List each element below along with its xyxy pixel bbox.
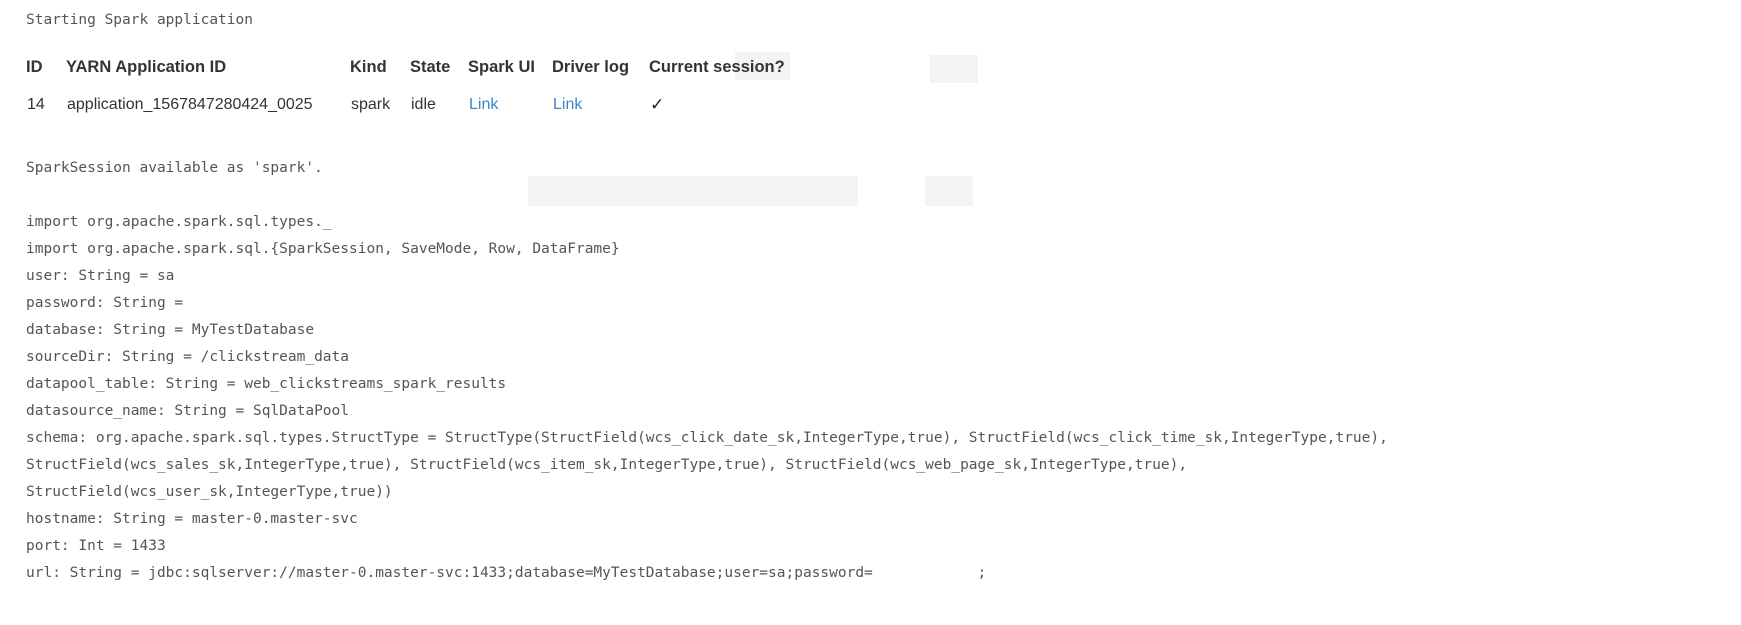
console-line: import org.apache.spark.sql.types._	[26, 214, 332, 230]
table-header-row: ID YARN Application ID Kind State Spark …	[26, 50, 811, 84]
console-line: SparkSession available as 'spark'.	[26, 160, 323, 176]
driver-log-link[interactable]: Link	[553, 96, 582, 113]
column-header-id: ID	[26, 57, 43, 76]
console-line: sourceDir: String = /clickstream_data	[26, 349, 350, 365]
spark-ui-link[interactable]: Link	[469, 96, 498, 113]
column-header-state: State	[410, 57, 451, 76]
console-line: password: String =	[26, 295, 192, 311]
cell-state: idle	[411, 96, 436, 113]
spark-session-output-page: Starting Spark application ID YARN Appli…	[0, 0, 1741, 625]
console-output-block: SparkSession available as 'spark'. import…	[26, 155, 1388, 587]
starting-spark-application-message: Starting Spark application	[26, 12, 253, 28]
console-line: StructField(wcs_user_sk,IntegerType,true…	[26, 484, 393, 500]
cell-current-session: ✓	[649, 84, 811, 126]
console-line: hostname: String = master-0.master-svc	[26, 511, 358, 527]
cell-yarn-application-id: application_1567847280424_0025	[67, 96, 313, 113]
console-line: port: Int = 1433	[26, 538, 166, 554]
cell-kind: spark	[351, 96, 391, 113]
console-line: StructField(wcs_sales_sk,IntegerType,tru…	[26, 457, 1188, 473]
console-line: user: String = sa	[26, 268, 175, 284]
column-header-spark-ui: Spark UI	[468, 57, 535, 76]
console-line: datapool_table: String = web_clickstream…	[26, 376, 507, 392]
cell-driver-log: Link	[552, 84, 649, 126]
cell-spark-ui: Link	[468, 84, 552, 126]
console-line: datasource_name: String = SqlDataPool	[26, 403, 350, 419]
cell-id: 14	[27, 96, 45, 113]
column-header-driver-log: Driver log	[552, 57, 630, 76]
table-row: 14 application_1567847280424_0025 spark …	[26, 84, 811, 126]
console-line: import org.apache.spark.sql.{SparkSessio…	[26, 241, 620, 257]
checkmark-icon: ✓	[650, 95, 665, 114]
ghost-block-2	[930, 55, 978, 83]
console-line: url: String = jdbc:sqlserver://master-0.…	[26, 565, 987, 581]
console-line: database: String = MyTestDatabase	[26, 322, 315, 338]
column-header-current-session: Current session?	[649, 57, 785, 76]
spark-applications-table: ID YARN Application ID Kind State Spark …	[26, 50, 811, 126]
column-header-kind: Kind	[350, 57, 387, 76]
console-line: schema: org.apache.spark.sql.types.Struc…	[26, 430, 1388, 446]
column-header-yarn-application-id: YARN Application ID	[66, 57, 227, 76]
